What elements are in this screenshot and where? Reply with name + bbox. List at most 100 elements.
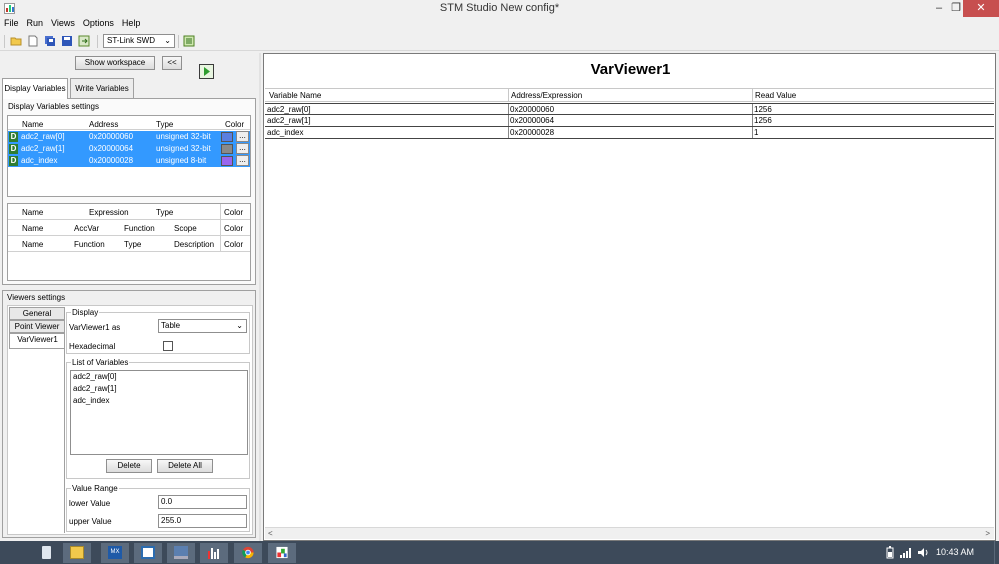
signal-icon[interactable] xyxy=(899,547,912,558)
lower-value-input[interactable]: 0.0 xyxy=(158,495,247,509)
display-as-select[interactable]: Table ⌄ xyxy=(158,319,247,333)
menu-views[interactable]: Views xyxy=(47,17,79,31)
monitor-icon xyxy=(174,546,188,559)
list-item[interactable]: adc_index xyxy=(71,395,247,407)
viewers-settings-label: Viewers settings xyxy=(7,293,66,302)
vtab-general[interactable]: General xyxy=(9,307,65,320)
col-description: Description xyxy=(174,240,215,249)
save-all-icon[interactable] xyxy=(44,35,56,47)
taskbar-window-app[interactable] xyxy=(134,543,162,563)
upper-value-input[interactable]: 255.0 xyxy=(158,514,247,528)
export-icon[interactable] xyxy=(78,35,90,47)
show-workspace-button[interactable]: Show workspace xyxy=(75,56,155,70)
list-item[interactable]: adc2_raw[0] xyxy=(71,371,247,383)
taskbar-stm-studio[interactable] xyxy=(200,543,228,563)
table-row[interactable]: adc2_raw[0] 0x20000060 1256 xyxy=(265,103,994,115)
more-button[interactable]: ... xyxy=(236,155,249,166)
variables-listbox[interactable]: adc2_raw[0] adc2_raw[1] adc_index xyxy=(70,370,248,455)
color-swatch[interactable] xyxy=(221,144,233,154)
scroll-right-icon[interactable]: > xyxy=(985,529,990,538)
window-icon xyxy=(141,546,155,559)
menu-options[interactable]: Options xyxy=(79,17,118,31)
taskbar-paint[interactable] xyxy=(268,543,296,563)
row-address: 0x20000028 xyxy=(510,128,555,137)
taskbar-phone-app[interactable] xyxy=(33,543,61,563)
menu-run[interactable]: Run xyxy=(23,17,48,31)
variable-name: adc_index xyxy=(21,156,58,165)
taskbar-remote-desktop[interactable] xyxy=(167,543,195,563)
row-name: adc2_raw[0] xyxy=(267,105,311,114)
row-address: 0x20000064 xyxy=(510,116,555,125)
list-of-variables-group: List of Variables adc2_raw[0] adc2_raw[1… xyxy=(66,358,250,479)
table-row[interactable]: adc2_raw[1] 0x20000064 1256 xyxy=(265,115,994,127)
taskbar-stm32cubemx[interactable]: MX xyxy=(101,543,129,563)
close-button[interactable]: ✕ xyxy=(963,0,999,17)
column-divider xyxy=(752,104,753,114)
run-play-icon[interactable] xyxy=(199,64,214,79)
color-swatch[interactable] xyxy=(221,156,233,166)
tab-write-variables[interactable]: Write Variables xyxy=(70,78,134,98)
delete-button[interactable]: Delete xyxy=(106,459,152,473)
variable-row[interactable]: D adc_index 0x20000028 unsigned 8-bit ..… xyxy=(8,155,250,167)
list-item[interactable]: adc2_raw[1] xyxy=(71,383,247,395)
clock[interactable]: 10:43 AM xyxy=(936,547,974,557)
row-name: adc2_raw[1] xyxy=(267,116,311,125)
col-scope: Scope xyxy=(174,224,197,233)
display-badge-icon: D xyxy=(9,132,18,142)
display-as-value: Table xyxy=(161,321,181,330)
more-button[interactable]: ... xyxy=(236,131,249,142)
tab-display-variables[interactable]: Display Variables xyxy=(2,78,68,99)
show-desktop-button[interactable] xyxy=(994,541,999,564)
expressions-grid: Name Expression Type Color Name AccVar F… xyxy=(7,203,251,281)
col-name: Name xyxy=(22,120,44,129)
probe-select-value: ST-Link SWD xyxy=(107,36,156,45)
taskbar-chrome[interactable] xyxy=(234,543,262,563)
accvar-header: Name AccVar Function Scope Color xyxy=(8,220,250,236)
value-range-group: Value Range lower Value 0.0 upper Value … xyxy=(66,484,250,532)
col-variable-name: Variable Name xyxy=(269,91,322,100)
row-name: adc_index xyxy=(267,128,304,137)
new-file-icon[interactable] xyxy=(27,35,39,47)
hexadecimal-label: Hexadecimal xyxy=(69,342,116,351)
chrome-icon xyxy=(242,546,254,559)
col-name: Name xyxy=(22,224,44,233)
display-group: Display VarViewer1 as Table ⌄ Hexadecima… xyxy=(66,308,250,354)
vtab-point-viewer[interactable]: Point Viewer xyxy=(9,320,65,333)
paint-icon xyxy=(276,546,288,559)
save-icon[interactable] xyxy=(61,35,73,47)
viewer-table-header: Variable Name Address/Expression Read Va… xyxy=(265,88,994,102)
battery-icon[interactable] xyxy=(886,546,894,559)
horizontal-scrollbar[interactable]: < > xyxy=(265,527,994,539)
vtab-varviewer1[interactable]: VarViewer1 xyxy=(9,333,65,349)
variable-row[interactable]: D adc2_raw[0] 0x20000060 unsigned 32-bit… xyxy=(8,131,250,143)
open-folder-icon[interactable] xyxy=(10,35,22,47)
col-color: Color xyxy=(224,208,244,217)
display-group-title: Display xyxy=(71,308,100,317)
color-swatch[interactable] xyxy=(221,132,233,142)
display-as-label: VarViewer1 as xyxy=(69,323,121,332)
row-value: 1256 xyxy=(754,105,772,114)
variable-name: adc2_raw[1] xyxy=(21,144,65,153)
hexadecimal-checkbox[interactable] xyxy=(163,341,173,351)
menu-help[interactable]: Help xyxy=(118,17,145,31)
delete-all-button[interactable]: Delete All xyxy=(157,459,213,473)
taskbar-file-explorer[interactable] xyxy=(63,543,91,563)
menu-file[interactable]: File xyxy=(0,17,23,31)
variable-address: 0x20000060 xyxy=(89,132,134,141)
panel-splitter[interactable] xyxy=(259,53,261,541)
probe-select[interactable]: ST-Link SWD ⌄ xyxy=(103,34,175,48)
table-config-icon[interactable] xyxy=(183,35,195,47)
variables-grid-header: Name Address Type Color xyxy=(8,116,250,130)
volume-icon[interactable] xyxy=(917,547,929,558)
column-divider xyxy=(508,104,509,114)
more-button[interactable]: ... xyxy=(236,143,249,154)
taskbar: MX 10:43 AM xyxy=(0,541,999,564)
variable-row[interactable]: D adc2_raw[1] 0x20000064 unsigned 32-bit… xyxy=(8,143,250,155)
table-row[interactable]: adc_index 0x20000028 1 xyxy=(265,127,994,139)
col-name: Name xyxy=(22,240,44,249)
collapse-button[interactable]: << xyxy=(162,56,182,70)
scroll-left-icon[interactable]: < xyxy=(268,529,273,538)
column-divider xyxy=(220,220,221,235)
column-divider xyxy=(752,127,753,138)
toolbar-separator xyxy=(97,35,98,48)
